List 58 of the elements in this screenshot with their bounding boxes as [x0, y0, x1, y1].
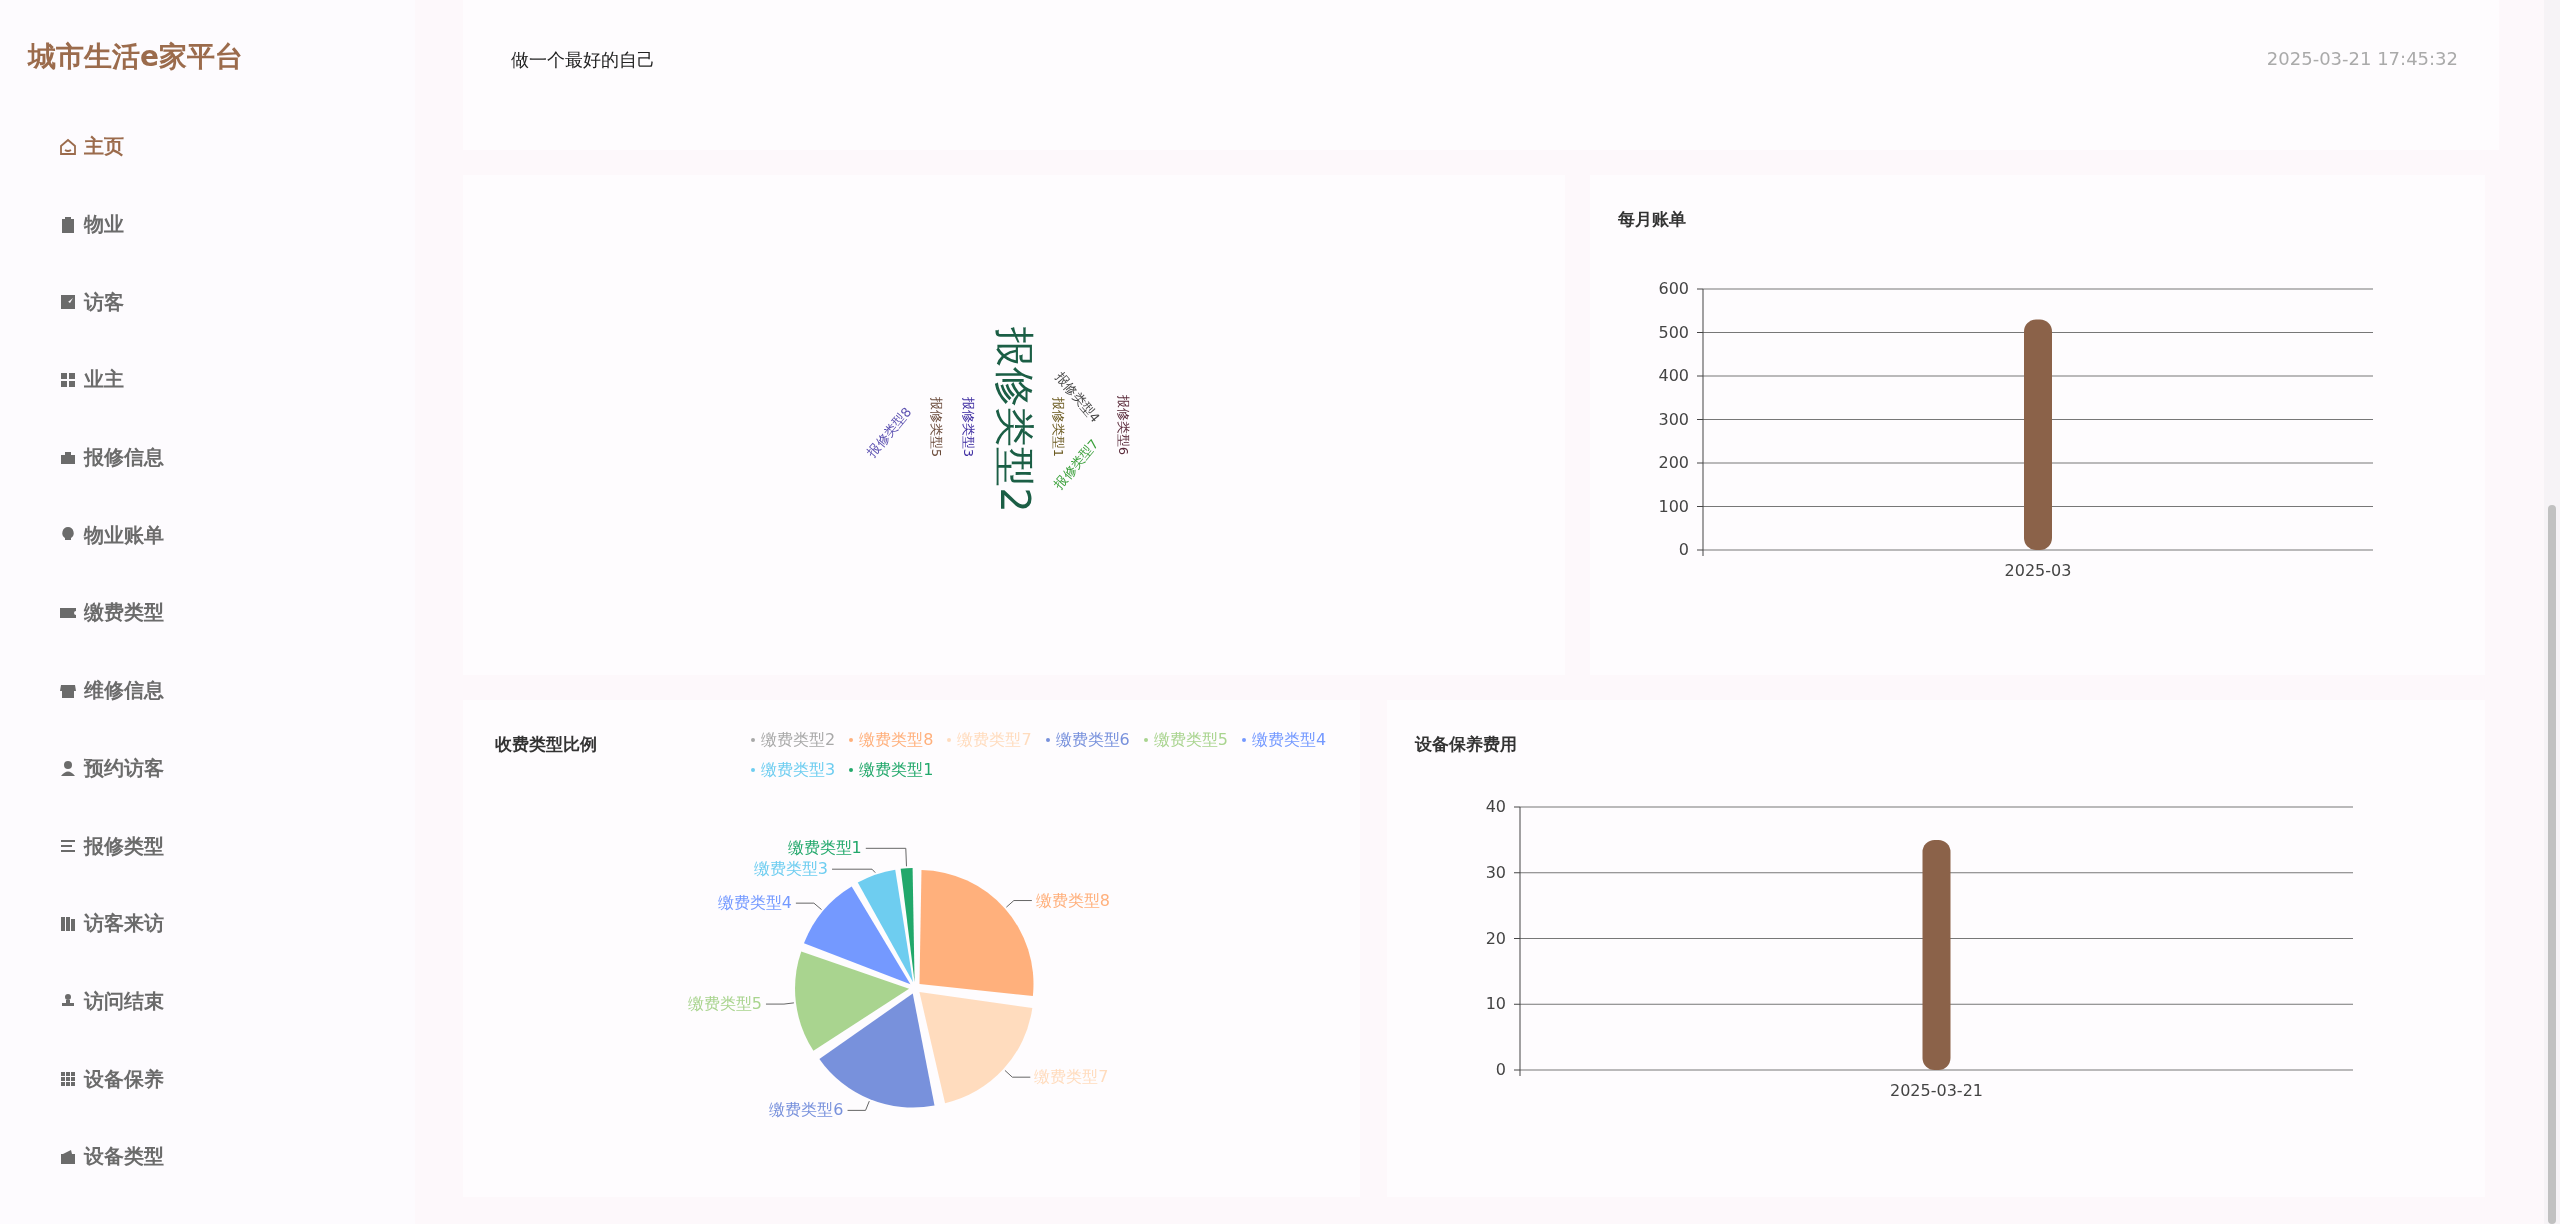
legend-item[interactable]: 缴费类型6 — [1045, 728, 1130, 752]
sidebar-item[interactable]: 主页 — [58, 108, 124, 186]
sidebar-item[interactable]: 设备保养 — [58, 1040, 164, 1118]
cloud-word: 报修类型6 — [1115, 394, 1131, 456]
cloud-word: 报修类型5 — [928, 396, 944, 458]
sidebar-item[interactable]: 报修类型 — [58, 807, 164, 885]
axis-label: 500 — [1658, 322, 1689, 342]
app-title: 城市生活e家平台 — [28, 39, 244, 75]
user-icon — [58, 758, 78, 779]
axis-label: 40 — [1485, 797, 1506, 816]
sidebar-item[interactable]: 访客来访 — [58, 884, 164, 963]
leader-line — [1005, 900, 1033, 908]
axis-label: 20 — [1485, 928, 1506, 948]
leader-line — [1004, 1069, 1031, 1078]
scrollbar[interactable] — [2544, 0, 2560, 1224]
axis-label: 100 — [1658, 496, 1689, 516]
sidebar-item[interactable]: 维修信息 — [58, 651, 164, 730]
sidebar-item[interactable]: 访问结束 — [58, 962, 164, 1041]
notice-time: 2025-03-21 17:45:32 — [2266, 48, 2458, 71]
axis-label: 2025-03-21 — [1890, 1081, 1983, 1100]
chart-title: 收费类型比例 — [495, 733, 598, 756]
axis-label: 0 — [1495, 1060, 1506, 1079]
chart-title: 设备保养费用 — [1415, 733, 1517, 756]
leader-line — [765, 1002, 795, 1005]
axis-label: 400 — [1658, 366, 1689, 385]
cloud-word: 报修类型3 — [960, 396, 976, 458]
sidebar-item[interactable]: 报修信息 — [58, 418, 164, 497]
slice-label: 缴费类型3 — [753, 859, 829, 879]
sidebar-item[interactable]: 缴费类型 — [58, 574, 164, 652]
sidebar-item[interactable]: 设备类型 — [58, 1117, 164, 1196]
sidebar-item[interactable]: 物业 — [58, 185, 124, 264]
leader-line — [847, 1100, 870, 1111]
axis-label: 300 — [1658, 409, 1689, 429]
legend-item[interactable]: 缴费类型4 — [1241, 728, 1327, 752]
home-icon — [58, 136, 78, 157]
sidebar-item[interactable]: 物业账单 — [58, 496, 164, 575]
axis-label: 0 — [1678, 540, 1689, 559]
slice-label: 缴费类型1 — [787, 838, 862, 858]
legend-item[interactable]: 缴费类型1 — [849, 758, 934, 782]
axis-label: 30 — [1485, 862, 1506, 882]
chart-title: 每月账单 — [1618, 208, 1686, 231]
axis-label: 600 — [1658, 279, 1689, 298]
notice-text: 做一个最好的自己 — [511, 48, 655, 72]
leader-line — [795, 902, 823, 911]
sidebar-item[interactable]: 业主 — [58, 341, 124, 419]
slice-label: 缴费类型4 — [717, 893, 792, 913]
slice-label: 缴费类型5 — [687, 994, 762, 1014]
slice-label: 缴费类型8 — [1035, 890, 1111, 910]
axis-label: 2025-03 — [2004, 561, 2072, 580]
sidebar-item[interactable]: 访客 — [58, 263, 124, 342]
sidebar-item[interactable]: 预约访客 — [58, 729, 164, 808]
cloud-word: 报修类型2 — [992, 327, 1038, 513]
axis-label: 10 — [1485, 994, 1506, 1014]
cloud-word: 报修类型8 — [864, 404, 915, 461]
axis-label: 200 — [1658, 453, 1689, 472]
cloud-word: 报修类型1 — [1050, 396, 1066, 458]
slice-label: 缴费类型7 — [1034, 1067, 1109, 1087]
slice-label: 缴费类型6 — [769, 1100, 844, 1120]
